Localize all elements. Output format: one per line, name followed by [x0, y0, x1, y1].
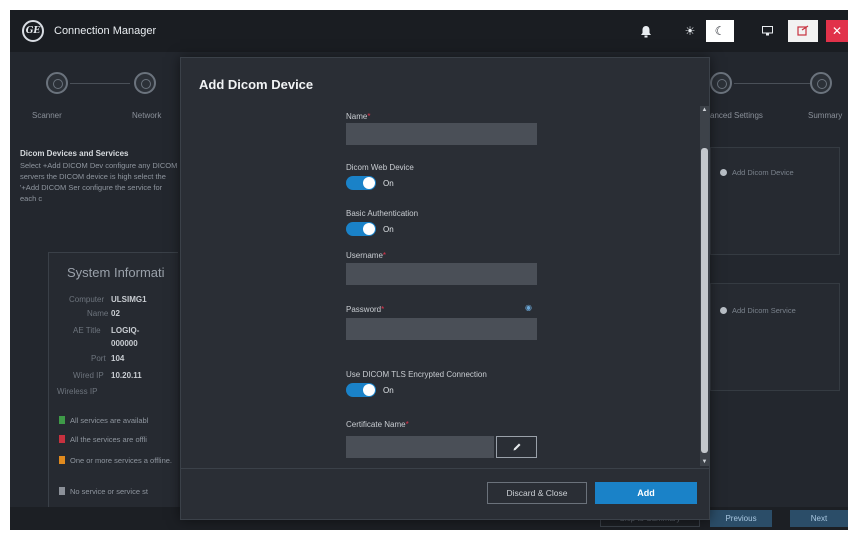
legend-item: All the services are offli: [59, 435, 147, 444]
pencil-icon: [513, 443, 520, 451]
add-button[interactable]: Add: [595, 482, 697, 504]
tls-connection-state: On: [383, 386, 394, 395]
username-label: Username*: [346, 251, 387, 260]
sys-key: AE Title: [73, 326, 101, 335]
sys-value: 02: [111, 309, 120, 318]
app-window: GE Connection Manager ☀ ☾ ✕ Scanner Netw…: [10, 10, 848, 530]
dialog-body: Name* Dicom Web Device On Basic Authenti…: [181, 106, 709, 466]
title-bar: GE Connection Manager ☀ ☾ ✕: [10, 10, 848, 52]
sys-key: Wireless IP: [57, 387, 98, 396]
title-bar-controls: ☀ ☾ ✕: [636, 10, 848, 52]
add-icon: [720, 169, 727, 176]
sys-value: 10.20.11: [111, 371, 142, 380]
add-icon: [720, 307, 727, 314]
step-connector: [70, 83, 130, 84]
dicom-section-description: Select +Add DICOM Dev configure any DICO…: [20, 161, 178, 203]
sys-key: Port: [91, 354, 106, 363]
system-information-panel: System Informati Computer ULSIMG1 Name 0…: [48, 252, 178, 522]
legend-item: One or more services a offline.: [59, 456, 177, 465]
discard-close-button[interactable]: Discard & Close: [487, 482, 587, 504]
add-dicom-device-dialog: Add Dicom Device Name* Dicom Web Device …: [180, 57, 710, 520]
sys-value: 104: [111, 354, 125, 363]
basic-authentication-toggle[interactable]: [346, 222, 376, 236]
previous-button[interactable]: Previous: [710, 510, 772, 527]
moon-icon[interactable]: ☾: [706, 20, 734, 42]
step-connector: [734, 83, 810, 84]
system-information-title: System Informati: [67, 265, 165, 280]
dicom-web-device-label: Dicom Web Device: [346, 163, 414, 172]
name-label: Name*: [346, 112, 371, 121]
dicom-web-device-state: On: [383, 179, 394, 188]
step-summary-icon[interactable]: [810, 72, 832, 94]
add-dicom-device-link[interactable]: Add Dicom Device: [720, 168, 794, 177]
step-network-icon[interactable]: [134, 72, 156, 94]
certificate-name-input[interactable]: [346, 436, 494, 458]
next-button[interactable]: Next: [790, 510, 848, 527]
dialog-footer-divider: [181, 468, 709, 469]
status-available-swatch: [59, 416, 65, 424]
monitor-icon[interactable]: [754, 20, 780, 42]
dialog-title: Add Dicom Device: [199, 77, 314, 92]
sys-value: ULSIMG1: [111, 295, 147, 304]
step-advanced-settings-icon[interactable]: [710, 72, 732, 94]
edit-certificate-button[interactable]: [496, 436, 537, 458]
sys-key: Computer: [69, 295, 105, 304]
tls-connection-label: Use DICOM TLS Encrypted Connection: [346, 370, 487, 379]
service-panel: [710, 283, 840, 391]
bell-icon[interactable]: [636, 20, 656, 42]
legend-item: No service or service st: [59, 487, 148, 496]
sys-value: LOGIQ-: [111, 326, 140, 335]
device-panel: [710, 147, 840, 255]
sys-value: 000000: [111, 339, 138, 348]
ge-logo: GE: [22, 20, 44, 42]
dicom-web-device-toggle[interactable]: [346, 176, 376, 190]
scroll-up-arrow-icon[interactable]: ▲: [700, 106, 709, 114]
sun-icon[interactable]: ☀: [678, 20, 702, 42]
sys-key: Wired IP: [73, 371, 104, 380]
certificate-name-label: Certificate Name*: [346, 420, 409, 429]
tls-connection-toggle[interactable]: [346, 383, 376, 397]
step-label-summary: Summary: [808, 111, 843, 120]
status-none-swatch: [59, 487, 65, 495]
basic-authentication-label: Basic Authentication: [346, 209, 419, 218]
username-input[interactable]: [346, 263, 537, 285]
step-scanner-icon[interactable]: [46, 72, 68, 94]
eye-icon[interactable]: ◉: [525, 303, 532, 312]
step-label-advanced: anced Settings: [710, 111, 763, 120]
sys-key: Name: [87, 309, 109, 318]
app-title: Connection Manager: [54, 25, 157, 37]
basic-authentication-state: On: [383, 225, 394, 234]
step-label-network: Network: [132, 111, 162, 120]
dicom-section-heading: Dicom Devices and Services: [20, 149, 129, 158]
password-label: Password*: [346, 305, 385, 314]
step-label-scanner: Scanner: [32, 111, 62, 120]
password-input[interactable]: [346, 318, 537, 340]
status-partial-swatch: [59, 456, 65, 464]
add-dicom-service-link[interactable]: Add Dicom Service: [720, 306, 796, 315]
legend-item: All services are availabl: [59, 416, 148, 425]
name-input[interactable]: [346, 123, 537, 145]
reset-icon[interactable]: [788, 20, 818, 42]
close-icon[interactable]: ✕: [826, 20, 848, 42]
scroll-down-arrow-icon[interactable]: ▼: [700, 458, 709, 466]
status-offline-swatch: [59, 435, 65, 443]
dialog-scrollbar-thumb[interactable]: [701, 148, 708, 453]
